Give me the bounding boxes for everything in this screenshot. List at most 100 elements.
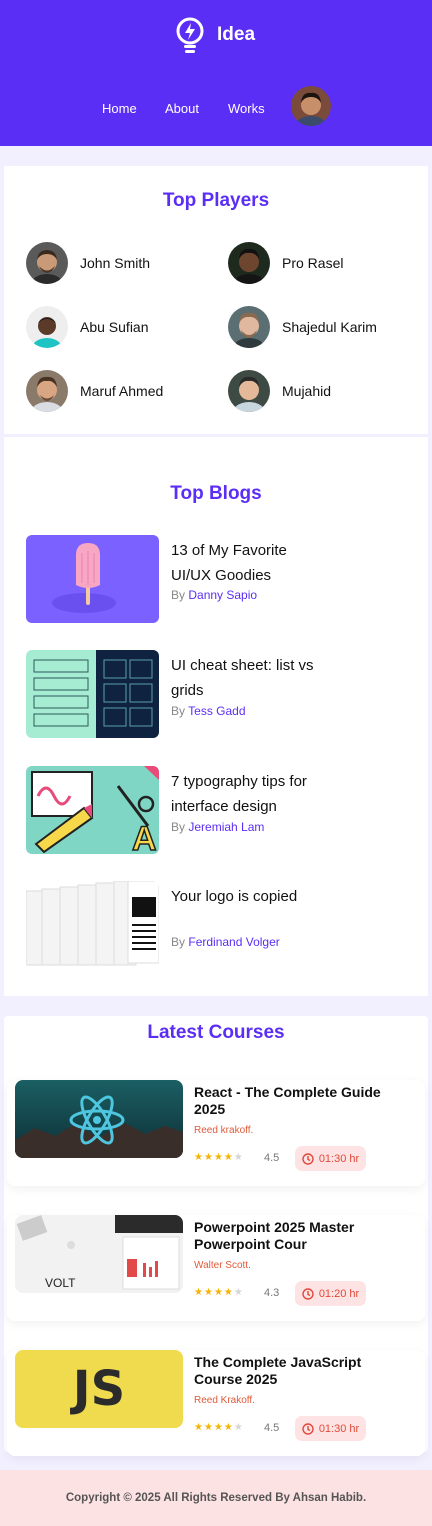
- course-title[interactable]: React - The Complete Guide 2025: [194, 1084, 404, 1118]
- star-icon: ★: [213, 1287, 224, 1298]
- blog-item[interactable]: Your logo is copied By Ferdinand Volger: [26, 881, 416, 971]
- course-instructor: Reed Krakoff.: [194, 1395, 255, 1406]
- course-card[interactable]: VOLT Powerpoint 2025 Master Powerpoint C…: [7, 1215, 425, 1321]
- duration-text: 01:20 hr: [318, 1287, 360, 1300]
- by-label: By: [171, 588, 186, 602]
- section-title-players: Top Players: [162, 190, 270, 211]
- section-title-blogs: Top Blogs: [170, 483, 262, 504]
- star-rating: ★★★★★: [194, 1152, 244, 1163]
- course-card[interactable]: JS The Complete JavaScript Course 2025 R…: [7, 1350, 425, 1456]
- player-name: John Smith: [80, 255, 151, 271]
- player-avatar: [228, 242, 270, 284]
- by-label: By: [171, 704, 186, 718]
- star-empty-icon: ★: [233, 1152, 244, 1163]
- star-icon: ★: [194, 1152, 204, 1163]
- course-thumbnail: JS: [15, 1350, 183, 1428]
- blog-byline: By Ferdinand Volger: [171, 935, 280, 949]
- player-avatar: [228, 306, 270, 348]
- player-item[interactable]: Abu Sufian: [26, 306, 149, 348]
- player-name: Maruf Ahmed: [80, 383, 164, 399]
- blog-thumbnail: [26, 881, 159, 969]
- duration-badge: 01:30 hr: [295, 1146, 366, 1171]
- blog-item[interactable]: UI cheat sheet: list vs grids By Tess Ga…: [26, 650, 416, 740]
- player-item[interactable]: Maruf Ahmed: [26, 370, 163, 412]
- star-icon: ★: [223, 1152, 234, 1163]
- player-item[interactable]: Shajedul Karim: [228, 306, 377, 348]
- course-thumbnail: VOLT: [15, 1215, 183, 1293]
- js-logo-text: JS: [72, 1361, 126, 1417]
- blog-author[interactable]: Ferdinand Volger: [188, 935, 279, 949]
- main-nav: Home About Works: [0, 86, 432, 130]
- copyright-text: Copyright © 2025 All Rights Reserved By …: [65, 1492, 367, 1504]
- player-avatar: [26, 306, 68, 348]
- duration-text: 01:30 hr: [318, 1152, 360, 1165]
- player-name: Abu Sufian: [80, 319, 149, 335]
- rating-value: 4.3: [264, 1287, 280, 1299]
- star-icon: ★: [213, 1422, 224, 1433]
- latest-courses-section: Latest Courses React - The Complete Guid…: [4, 1016, 428, 1456]
- star-icon: ★: [213, 1152, 224, 1163]
- blog-byline: By Jeremiah Lam: [171, 820, 264, 834]
- duration-text: 01:30 hr: [318, 1422, 360, 1435]
- star-icon: ★: [203, 1422, 214, 1433]
- player-item[interactable]: Pro Rasel: [228, 242, 343, 284]
- blog-title[interactable]: Your logo is copied: [171, 884, 331, 909]
- lightbulb-icon: [176, 17, 204, 53]
- star-icon: ★: [203, 1152, 214, 1163]
- star-rating: ★★★★★: [194, 1422, 244, 1433]
- course-instructor: Reed krakoff.: [194, 1125, 254, 1136]
- nav-about[interactable]: About: [165, 101, 199, 116]
- star-empty-icon: ★: [233, 1287, 244, 1298]
- player-avatar: [26, 242, 68, 284]
- player-name: Shajedul Karim: [282, 319, 377, 335]
- blog-title[interactable]: UI cheat sheet: list vs grids: [171, 653, 331, 703]
- star-rating: ★★★★★: [194, 1287, 244, 1298]
- player-item[interactable]: Mujahid: [228, 370, 331, 412]
- course-instructor: Walter Scott.: [194, 1260, 251, 1271]
- site-footer: Copyright © 2025 All Rights Reserved By …: [0, 1470, 432, 1526]
- star-icon: ★: [223, 1287, 234, 1298]
- top-players-section: Top Players John Smith Pro Rasel Abu Suf…: [4, 166, 428, 434]
- player-name: Pro Rasel: [282, 255, 344, 271]
- blog-byline: By Tess Gadd: [171, 704, 246, 718]
- blog-byline: By Danny Sapio: [171, 588, 257, 602]
- blog-thumbnail: [26, 535, 159, 623]
- thumb-logo-text: VOLT: [45, 1276, 76, 1290]
- clock-icon: [302, 1152, 314, 1165]
- user-avatar[interactable]: [291, 86, 331, 126]
- duration-badge: 01:30 hr: [295, 1416, 366, 1441]
- blog-author[interactable]: Jeremiah Lam: [188, 820, 264, 834]
- course-card[interactable]: React - The Complete Guide 2025 Reed kra…: [7, 1080, 425, 1186]
- brand[interactable]: Idea: [174, 16, 255, 56]
- blog-title[interactable]: 13 of My Favorite UI/UX Goodies: [171, 538, 331, 588]
- section-title-courses: Latest Courses: [147, 1022, 285, 1043]
- blog-thumbnail: A: [26, 766, 159, 854]
- clock-icon: [302, 1422, 314, 1435]
- top-blogs-section: Top Blogs 13 of My Favorite UI/UX Goodie…: [4, 437, 428, 996]
- course-thumbnail: [15, 1080, 183, 1158]
- duration-badge: 01:20 hr: [295, 1281, 366, 1306]
- by-label: By: [171, 820, 186, 834]
- blog-author[interactable]: Danny Sapio: [188, 588, 257, 602]
- course-title[interactable]: The Complete JavaScript Course 2025: [194, 1354, 404, 1388]
- rating-value: 4.5: [264, 1152, 280, 1164]
- blog-item[interactable]: A 7 typography tips for interface design…: [26, 766, 416, 856]
- blog-title[interactable]: 7 typography tips for interface design: [171, 769, 331, 819]
- svg-text:A: A: [132, 820, 157, 854]
- star-icon: ★: [194, 1422, 204, 1433]
- course-title[interactable]: Powerpoint 2025 Master Powerpoint Cour: [194, 1219, 404, 1253]
- star-icon: ★: [223, 1422, 234, 1433]
- rating-value: 4.5: [264, 1422, 280, 1434]
- star-icon: ★: [194, 1287, 204, 1298]
- nav-home[interactable]: Home: [102, 101, 137, 116]
- player-item[interactable]: John Smith: [26, 242, 150, 284]
- blog-author[interactable]: Tess Gadd: [188, 704, 245, 718]
- clock-icon: [302, 1287, 314, 1300]
- star-empty-icon: ★: [233, 1422, 244, 1433]
- star-icon: ★: [203, 1287, 214, 1298]
- blog-item[interactable]: 13 of My Favorite UI/UX Goodies By Danny…: [26, 535, 416, 625]
- nav-works[interactable]: Works: [228, 101, 265, 116]
- player-name: Mujahid: [282, 383, 332, 399]
- site-header: Idea Home About Works: [0, 0, 432, 146]
- blog-thumbnail: [26, 650, 159, 738]
